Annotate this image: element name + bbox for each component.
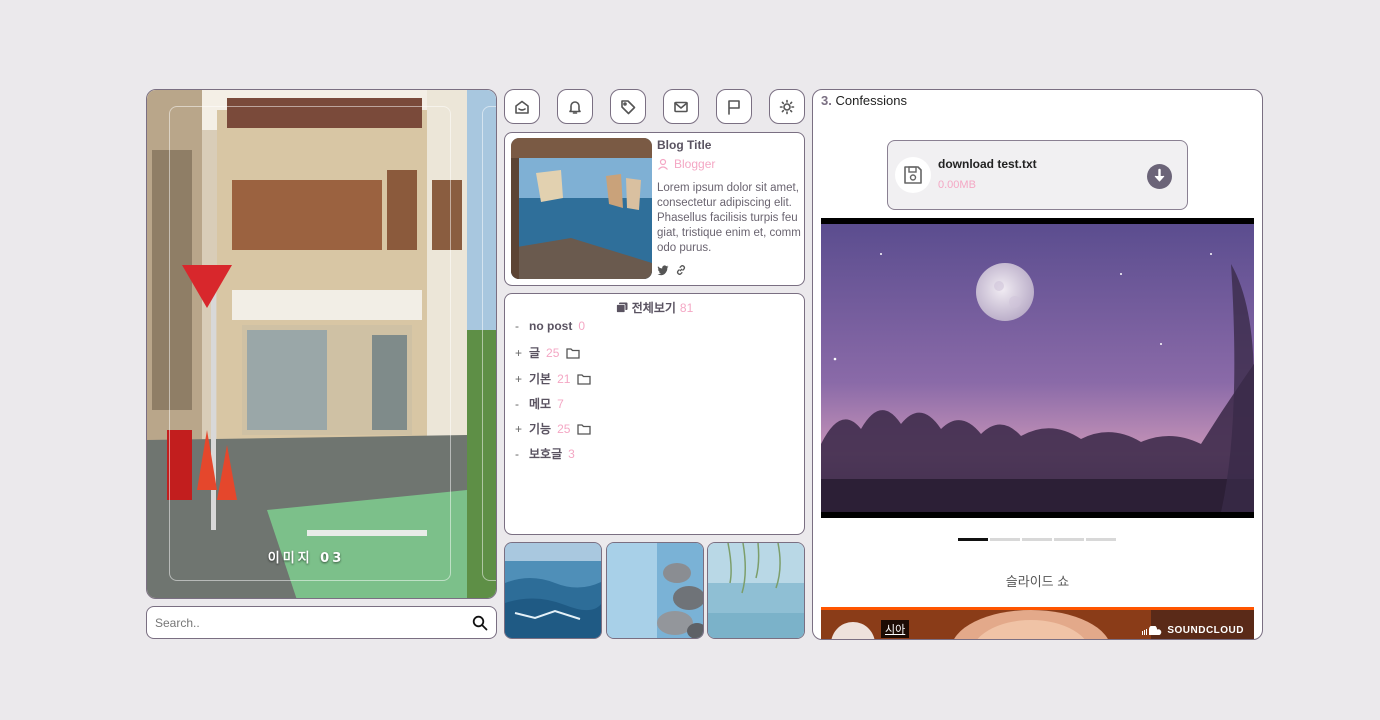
slide-dot[interactable] bbox=[958, 538, 988, 541]
sun-icon bbox=[779, 99, 795, 114]
notification-button[interactable] bbox=[557, 89, 593, 124]
category-panel: 전체보기 81 - no post 0 + 글 25 + 기본 21 - 메모 7 + 기능 25 -… bbox=[504, 293, 805, 535]
profile-image bbox=[511, 138, 652, 279]
category-count: 3 bbox=[568, 446, 575, 461]
author-name: Blogger bbox=[674, 157, 716, 171]
slide-indicators bbox=[958, 538, 1116, 541]
featured-image-slider[interactable] bbox=[146, 89, 497, 599]
post-number: 3. bbox=[821, 93, 832, 108]
save-icon bbox=[904, 166, 922, 184]
bell-icon bbox=[569, 100, 581, 114]
home-button[interactable] bbox=[504, 89, 540, 124]
category-item-no-post[interactable]: - no post 0 bbox=[515, 319, 585, 333]
flag-icon bbox=[728, 99, 740, 115]
category-item-geul[interactable]: + 글 25 bbox=[515, 344, 581, 361]
soundcloud-player[interactable]: 시아 SOUNDCLOUD bbox=[821, 607, 1254, 639]
category-count: 7 bbox=[557, 396, 564, 411]
category-name: 기본 bbox=[529, 372, 552, 386]
folder-icon bbox=[577, 373, 592, 385]
slideshow-caption: 슬라이드 쇼 bbox=[1005, 574, 1070, 589]
category-name: 보호글 bbox=[529, 447, 563, 461]
category-count: 25 bbox=[557, 421, 571, 436]
category-bullet: - bbox=[515, 446, 519, 461]
user-icon bbox=[658, 158, 668, 170]
blog-description: Lorem ipsum dolor sit amet, consectetur … bbox=[657, 182, 801, 254]
category-item-protected[interactable]: - 보호글 3 bbox=[515, 445, 575, 462]
category-item-features[interactable]: + 기능 25 bbox=[515, 420, 592, 437]
file-size: 0.00MB bbox=[938, 179, 976, 191]
slide-caption: 이미지 03 bbox=[267, 551, 345, 566]
author-row: Blogger bbox=[657, 157, 715, 171]
category-bullet: - bbox=[515, 396, 519, 411]
notice-button[interactable] bbox=[716, 89, 752, 124]
soundcloud-icon bbox=[1142, 625, 1162, 635]
category-name: no post bbox=[529, 319, 573, 333]
category-name: 기능 bbox=[529, 422, 552, 436]
slide-dot[interactable] bbox=[1022, 538, 1052, 541]
soundcloud-artist[interactable]: 시아 bbox=[881, 620, 910, 638]
slide-frame-outline-next bbox=[482, 106, 496, 581]
category-all-label: 전체보기 bbox=[631, 301, 676, 315]
blog-title[interactable]: Blog Title bbox=[657, 138, 711, 152]
download-icon[interactable] bbox=[1147, 164, 1172, 189]
search-box bbox=[146, 606, 497, 639]
category-expand[interactable]: + bbox=[515, 372, 525, 386]
category-expand[interactable]: + bbox=[515, 346, 525, 360]
theme-toggle-button[interactable] bbox=[769, 89, 805, 124]
category-all[interactable]: 전체보기 81 bbox=[505, 299, 804, 316]
folder-icon bbox=[577, 423, 592, 435]
category-count: 25 bbox=[546, 345, 560, 360]
category-expand[interactable]: + bbox=[515, 422, 525, 436]
slideshow[interactable] bbox=[821, 218, 1254, 518]
thumbnail-willow-sea[interactable] bbox=[707, 542, 805, 639]
guestbook-button[interactable] bbox=[663, 89, 699, 124]
soundcloud-brand-text: SOUNDCLOUD bbox=[1167, 625, 1244, 636]
home-icon bbox=[515, 100, 529, 114]
category-name: 글 bbox=[529, 346, 541, 360]
profile-card: Blog Title Blogger Lorem ipsum dolor sit… bbox=[504, 132, 805, 286]
category-count: 21 bbox=[557, 371, 571, 386]
category-all-count: 81 bbox=[679, 301, 694, 315]
category-item-basic[interactable]: + 기본 21 bbox=[515, 370, 592, 387]
file-name: download test.txt bbox=[938, 157, 1037, 171]
tag-button[interactable] bbox=[610, 89, 646, 124]
thumbnail-rocks-water[interactable] bbox=[606, 542, 704, 639]
copy-icon bbox=[615, 302, 628, 313]
slide-dot[interactable] bbox=[990, 538, 1020, 541]
post-title-text: Confessions bbox=[835, 93, 908, 108]
search-input[interactable] bbox=[155, 613, 465, 633]
file-download-card[interactable]: download test.txt 0.00MB bbox=[887, 140, 1188, 210]
category-item-memo[interactable]: - 메모 7 bbox=[515, 395, 564, 412]
soundcloud-logo[interactable]: SOUNDCLOUD bbox=[1141, 625, 1244, 636]
slide-dot[interactable] bbox=[1054, 538, 1084, 541]
file-icon-wrap bbox=[895, 157, 931, 193]
folder-icon bbox=[566, 347, 581, 359]
slide-image-moon bbox=[821, 224, 1254, 512]
mail-icon bbox=[674, 101, 688, 112]
category-bullet: - bbox=[515, 319, 519, 333]
thumbnail-ocean-surf[interactable] bbox=[504, 542, 602, 639]
slide-frame-outline bbox=[169, 106, 451, 581]
search-icon[interactable] bbox=[472, 615, 488, 631]
tag-icon bbox=[621, 99, 636, 114]
post-title[interactable]: 3. Confessions bbox=[821, 93, 907, 108]
category-count: 0 bbox=[578, 319, 586, 333]
category-name: 메모 bbox=[529, 397, 552, 411]
social-links bbox=[657, 264, 687, 276]
slide-dot[interactable] bbox=[1086, 538, 1116, 541]
post-panel: 3. Confessions download test.txt 0.00MB bbox=[812, 89, 1263, 640]
twitter-icon[interactable] bbox=[657, 264, 669, 276]
link-icon[interactable] bbox=[675, 264, 687, 276]
